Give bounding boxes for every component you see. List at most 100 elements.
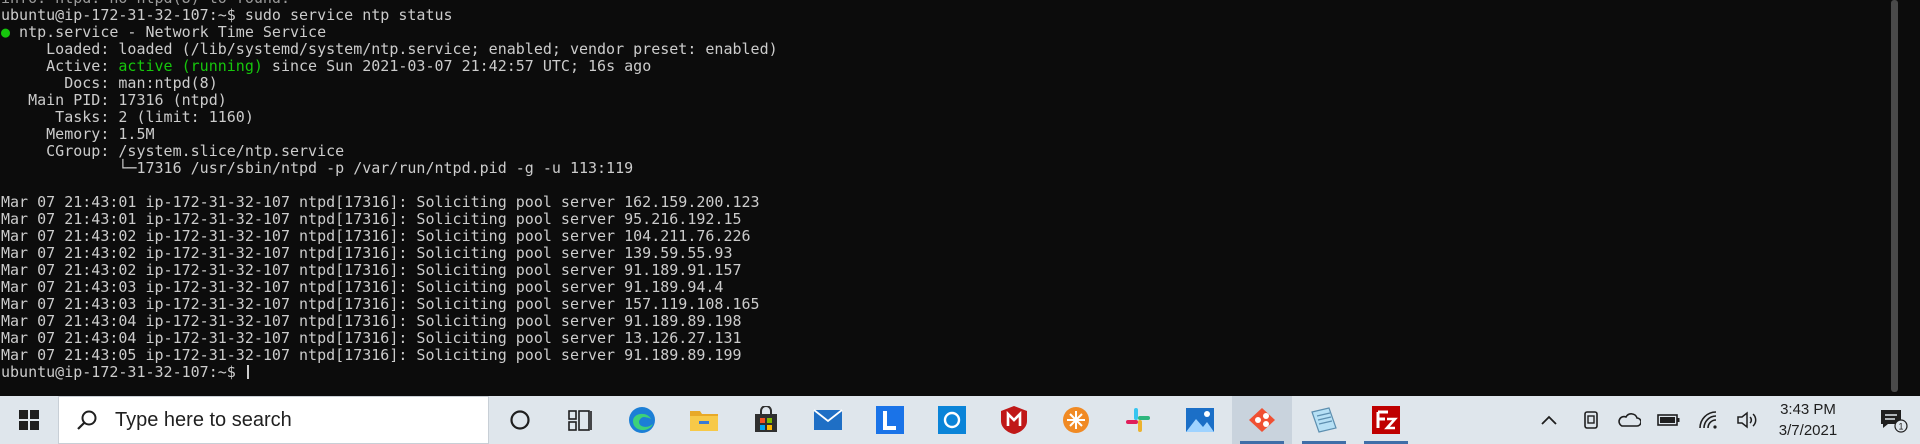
- photos-button[interactable]: [1170, 396, 1230, 444]
- git-app-icon: [1249, 408, 1275, 432]
- show-hidden-icons-button[interactable]: [1534, 396, 1564, 444]
- line-text: Mar 07 21:43:05 ip-172-31-32-107 ntpd[17…: [1, 346, 742, 364]
- chevron-up-icon: [1541, 415, 1557, 425]
- line-text: Memory: 1.5M: [1, 125, 155, 143]
- terminal-line: Mar 07 21:43:02 ip-172-31-32-107 ntpd[17…: [0, 228, 1900, 245]
- l-app-button[interactable]: [860, 396, 920, 444]
- terminal-scrollbar[interactable]: [1886, 0, 1903, 396]
- terminal-line: Mar 07 21:43:04 ip-172-31-32-107 ntpd[17…: [0, 313, 1900, 330]
- line-text: Mar 07 21:43:02 ip-172-31-32-107 ntpd[17…: [1, 261, 742, 279]
- service-state: active (running): [118, 57, 263, 75]
- terminal-line: Mar 07 21:43:02 ip-172-31-32-107 ntpd[17…: [0, 245, 1900, 262]
- network-button[interactable]: [1694, 396, 1724, 444]
- volume-button[interactable]: [1732, 396, 1762, 444]
- photos-icon: [1186, 408, 1214, 432]
- terminal-line: Mar 07 21:43:03 ip-172-31-32-107 ntpd[17…: [0, 296, 1900, 313]
- line-text: Active:: [1, 57, 119, 75]
- cortana-button[interactable]: [490, 396, 550, 444]
- line-text: ubuntu@ip-172-31-32-107:~$: [1, 363, 245, 381]
- line-text: Loaded: loaded (/lib/systemd/system/ntp.…: [1, 40, 778, 58]
- phone-link-icon: [1584, 411, 1598, 429]
- line-text: Mar 07 21:43:03 ip-172-31-32-107 ntpd[17…: [1, 295, 760, 313]
- slack-button[interactable]: [1108, 396, 1168, 444]
- terminal-line: ● ntp.service - Network Time Service: [0, 24, 1900, 41]
- tray-device-button[interactable]: [1576, 396, 1606, 444]
- terminal-line: Active: active (running) since Sun 2021-…: [0, 58, 1900, 75]
- battery-button[interactable]: [1654, 396, 1684, 444]
- mcafee-icon: [1001, 406, 1027, 434]
- microsoft-store-button[interactable]: [736, 396, 796, 444]
- line-text: Mar 07 21:43:04 ip-172-31-32-107 ntpd[17…: [1, 312, 742, 330]
- terminal-line: Mar 07 21:43:01 ip-172-31-32-107 ntpd[17…: [0, 194, 1900, 211]
- taskbar-search-box[interactable]: Type here to search: [58, 396, 489, 444]
- taskbar-clock[interactable]: 3:43 PM 3/7/2021: [1760, 396, 1856, 444]
- line-text: ubuntu@ip-172-31-32-107:~$ sudo service …: [1, 6, 453, 24]
- line-text: CGroup: /system.slice/ntp.service: [1, 142, 345, 160]
- terminal-line: Memory: 1.5M: [0, 126, 1900, 143]
- scrollbar-thumb[interactable]: [1891, 0, 1898, 392]
- mail-icon: [813, 409, 843, 430]
- line-text: Mar 07 21:43:01 ip-172-31-32-107 ntpd[17…: [1, 210, 742, 228]
- status-dot-icon: ●: [1, 23, 11, 41]
- terminal-line: └─17316 /usr/sbin/ntpd -p /var/run/ntpd.…: [0, 160, 1900, 177]
- line-text: Mar 07 21:43:02 ip-172-31-32-107 ntpd[17…: [1, 244, 733, 262]
- git-app-button[interactable]: [1232, 396, 1292, 444]
- search-placeholder: Type here to search: [115, 408, 292, 431]
- notepad-button[interactable]: [1294, 396, 1354, 444]
- terminal-line: Mar 07 21:43:03 ip-172-31-32-107 ntpd[17…: [0, 279, 1900, 296]
- notification-count: 1: [1898, 422, 1903, 432]
- line-text: Tasks: 2 (limit: 1160): [1, 108, 254, 126]
- orange-app-button[interactable]: [1046, 396, 1106, 444]
- terminal-line: Mar 07 21:43:02 ip-172-31-32-107 ntpd[17…: [0, 262, 1900, 279]
- terminal-line: Loaded: loaded (/lib/systemd/system/ntp.…: [0, 41, 1900, 58]
- taskbar: Type here to search 3:43 PM 3/7/2021 1: [0, 396, 1920, 444]
- terminal-output: info: ntpd: no ntpd(8) to found.ubuntu@i…: [0, 0, 1900, 381]
- line-text: └─17316 /usr/sbin/ntpd -p /var/run/ntpd.…: [1, 159, 634, 177]
- task-view-button[interactable]: [550, 396, 610, 444]
- edge-button[interactable]: [612, 396, 672, 444]
- terminal-line: CGroup: /system.slice/ntp.service: [0, 143, 1900, 160]
- slack-icon: [1126, 408, 1150, 432]
- wifi-icon: [1699, 411, 1717, 429]
- text-cursor: [246, 365, 249, 379]
- terminal-line: ubuntu@ip-172-31-32-107:~$: [0, 364, 1900, 381]
- line-text: ntp.service - Network Time Service: [10, 23, 327, 41]
- line-text: Mar 07 21:43:03 ip-172-31-32-107 ntpd[17…: [1, 278, 724, 296]
- file-explorer-icon: [690, 411, 718, 431]
- microsoft-store-icon: [755, 406, 777, 432]
- terminal-window[interactable]: info: ntpd: no ntpd(8) to found.ubuntu@i…: [0, 0, 1903, 396]
- start-button[interactable]: [0, 396, 58, 444]
- line-text: Main PID: 17316 (ntpd): [1, 91, 227, 109]
- line-text: Mar 07 21:43:04 ip-172-31-32-107 ntpd[17…: [1, 329, 742, 347]
- speaker-icon: [1737, 411, 1757, 429]
- terminal-line: Main PID: 17316 (ntpd): [0, 92, 1900, 109]
- filezilla-button[interactable]: [1356, 396, 1416, 444]
- edge-icon: [629, 407, 655, 433]
- blue-app-icon: [938, 406, 966, 434]
- action-center-button[interactable]: 1: [1868, 396, 1920, 444]
- l-app-icon: [876, 406, 904, 434]
- notepad-icon: [1311, 407, 1337, 433]
- file-explorer-button[interactable]: [674, 396, 734, 444]
- terminal-line: Docs: man:ntpd(8): [0, 75, 1900, 92]
- onedrive-cloud-icon: [1618, 413, 1641, 427]
- onedrive-button[interactable]: [1614, 396, 1644, 444]
- search-icon: [75, 408, 99, 432]
- terminal-line: Mar 07 21:43:05 ip-172-31-32-107 ntpd[17…: [0, 347, 1900, 364]
- line-text: Mar 07 21:43:01 ip-172-31-32-107 ntpd[17…: [1, 193, 760, 211]
- terminal-line: Mar 07 21:43:01 ip-172-31-32-107 ntpd[17…: [0, 211, 1900, 228]
- orange-app-icon: [1063, 407, 1089, 433]
- clock-date: 3/7/2021: [1778, 422, 1838, 439]
- cortana-icon: [510, 410, 530, 430]
- notification-icon: 1: [1881, 410, 1908, 433]
- terminal-line: Tasks: 2 (limit: 1160): [0, 109, 1900, 126]
- task-view-icon: [568, 410, 592, 431]
- mail-button[interactable]: [798, 396, 858, 444]
- line-text: Docs: man:ntpd(8): [1, 74, 218, 92]
- battery-icon: [1657, 414, 1680, 426]
- blue-app-button[interactable]: [922, 396, 982, 444]
- mcafee-button[interactable]: [984, 396, 1044, 444]
- filezilla-icon: [1372, 406, 1400, 434]
- clock-time: 3:43 PM: [1780, 401, 1836, 418]
